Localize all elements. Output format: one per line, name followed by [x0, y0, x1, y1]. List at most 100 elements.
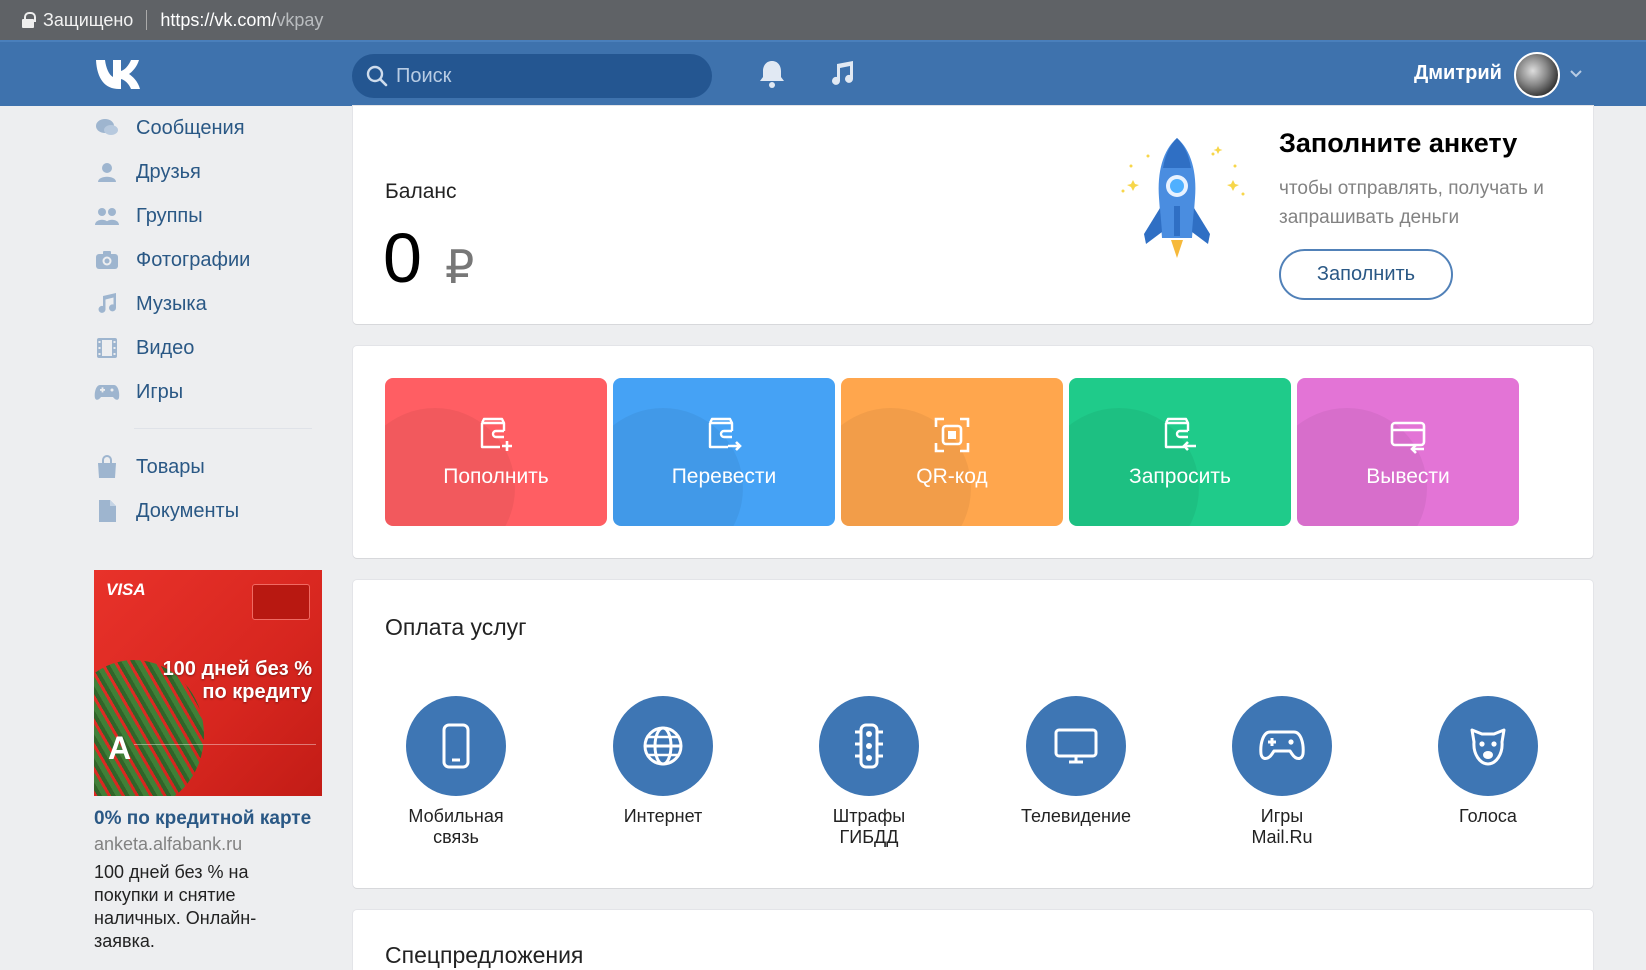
topup-button[interactable]: Пополнить: [385, 378, 607, 526]
service-tv-circle[interactable]: [1026, 696, 1126, 796]
actions-card: Пополнить Перевести QR-код Запросить Выв…: [353, 346, 1593, 558]
sidebar-item-documents[interactable]: Документы: [94, 489, 324, 533]
top-header: Дмитрий: [0, 40, 1646, 106]
security-label: Защищено: [43, 9, 134, 30]
wallet-plus-icon: [480, 417, 512, 451]
traffic-light-icon: [855, 723, 883, 769]
wallet-request-icon: [1164, 417, 1196, 451]
sidebar-item-music[interactable]: Музыка: [94, 282, 324, 326]
ad-domain[interactable]: anketa.alfabank.ru: [94, 834, 322, 855]
service-tv[interactable]: Телевидение: [1001, 696, 1151, 827]
sidebar-advertisement[interactable]: VISA 100 дней без % по кредиту А 0% по к…: [94, 570, 322, 953]
sidebar-item-photos[interactable]: Фотографии: [94, 238, 324, 282]
friends-icon: [94, 159, 120, 185]
chevron-down-icon[interactable]: [1570, 70, 1582, 78]
qr-code-button[interactable]: QR-код: [841, 378, 1063, 526]
games-icon: [94, 379, 120, 405]
globe-icon: [643, 726, 683, 766]
ad-banner-image[interactable]: VISA 100 дней без % по кредиту А: [94, 570, 322, 796]
ad-headline-line-1: 100 дней без %: [162, 658, 312, 680]
transfer-button[interactable]: Перевести: [613, 378, 835, 526]
service-mobile-label: Мобильная связь: [408, 806, 504, 847]
service-traffic-fines-circle[interactable]: [819, 696, 919, 796]
qr-scan-icon: [934, 417, 970, 453]
visa-logo: VISA: [106, 580, 146, 599]
ad-description: 100 дней без % на покупки и снятие налич…: [94, 862, 257, 951]
service-games-mailru-circle[interactable]: [1232, 696, 1332, 796]
request-label: Запросить: [1129, 465, 1231, 488]
request-button[interactable]: Запросить: [1069, 378, 1291, 526]
service-internet-label: Интернет: [623, 806, 703, 826]
search-icon: [366, 65, 388, 87]
transfer-label: Перевести: [671, 465, 777, 488]
gamepad-icon: [1259, 730, 1305, 760]
sidebar-item-video[interactable]: Видео: [94, 326, 324, 370]
topup-label: Пополнить: [443, 465, 549, 488]
address-divider: [146, 10, 148, 30]
service-tv-label: Телевидение: [1020, 806, 1132, 826]
user-name[interactable]: Дмитрий: [1414, 62, 1502, 85]
search-input[interactable]: [396, 64, 696, 88]
service-internet[interactable]: Интернет: [588, 696, 738, 827]
sidebar-item-label: Сообщения: [136, 116, 245, 139]
fill-form-button[interactable]: Заполнить: [1279, 249, 1453, 300]
ad-headline-line-2: по кредиту: [202, 681, 312, 703]
music-icon: [94, 291, 120, 317]
vk-logo-icon[interactable]: [94, 56, 146, 90]
sidebar-item-messages[interactable]: Сообщения: [94, 106, 324, 150]
browser-address-bar[interactable]: Защищено https://vk.com/vkpay: [0, 0, 1646, 40]
balance-card: Баланс 0 ₽ Заполните анкету чтобы отправ…: [353, 106, 1593, 324]
groups-icon: [94, 203, 120, 229]
withdraw-button[interactable]: Вывести: [1297, 378, 1519, 526]
ad-headline: 100 дней без % по кредиту: [163, 658, 312, 704]
service-games-mailru[interactable]: Игры Mail.Ru: [1207, 696, 1357, 848]
service-votes[interactable]: Голоса: [1413, 696, 1563, 827]
service-votes-label: Голоса: [1459, 806, 1517, 826]
sidebar-item-label: Группы: [136, 204, 203, 227]
sidebar-item-label: Игры: [136, 380, 184, 403]
documents-icon: [94, 498, 120, 524]
balance-currency: ₽: [445, 241, 475, 293]
user-avatar[interactable]: [1514, 52, 1560, 98]
photos-icon: [94, 247, 120, 273]
bank-logo: А: [108, 730, 132, 766]
ad-title-link[interactable]: 0% по кредитной карте: [94, 808, 322, 830]
credit-card-graphic: [252, 584, 310, 620]
service-traffic-fines[interactable]: Штрафы ГИБДД: [794, 696, 944, 848]
service-votes-circle[interactable]: [1438, 696, 1538, 796]
services-card: Оплата услуг Мобильная связь Интернет Шт…: [353, 580, 1593, 888]
services-title: Оплата услуг: [385, 614, 527, 640]
left-sidebar: Сообщения Друзья Группы Фотографии Музык…: [94, 106, 324, 533]
search-bar[interactable]: [352, 54, 712, 98]
sidebar-item-groups[interactable]: Группы: [94, 194, 324, 238]
goods-icon: [94, 454, 120, 480]
sidebar-item-friends[interactable]: Друзья: [94, 150, 324, 194]
url-path[interactable]: vkpay: [276, 10, 323, 31]
sidebar-item-label: Друзья: [136, 160, 201, 183]
sidebar-item-label: Видео: [136, 336, 195, 359]
service-traffic-fines-label: Штрафы ГИБДД: [832, 806, 906, 847]
url-host[interactable]: https://vk.com/: [160, 10, 276, 31]
balance-value: 0: [383, 219, 422, 297]
sidebar-item-label: Фотографии: [136, 248, 251, 271]
rocket-illustration-icon: [1121, 138, 1245, 258]
service-mobile-circle[interactable]: [406, 696, 506, 796]
lock-icon: [22, 12, 36, 28]
tv-icon: [1054, 728, 1098, 764]
music-player-icon[interactable]: [826, 58, 858, 90]
sidebar-item-label: Товары: [136, 455, 205, 478]
sidebar-item-goods[interactable]: Товары: [94, 445, 324, 489]
special-offers-card: Спецпредложения: [353, 910, 1593, 970]
promo-text: чтобы отправлять, получать и запрашивать…: [1279, 178, 1544, 228]
card-withdraw-icon: [1390, 421, 1426, 454]
wallet-send-icon: [708, 417, 742, 451]
sidebar-divider: [134, 428, 312, 429]
notifications-bell-icon[interactable]: [756, 58, 788, 90]
messages-icon: [94, 115, 120, 141]
video-icon: [94, 335, 120, 361]
sidebar-item-label: Музыка: [136, 292, 207, 315]
service-games-mailru-label: Игры Mail.Ru: [1251, 806, 1313, 847]
sidebar-item-games[interactable]: Игры: [94, 370, 324, 414]
service-internet-circle[interactable]: [613, 696, 713, 796]
service-mobile[interactable]: Мобильная связь: [381, 696, 531, 848]
